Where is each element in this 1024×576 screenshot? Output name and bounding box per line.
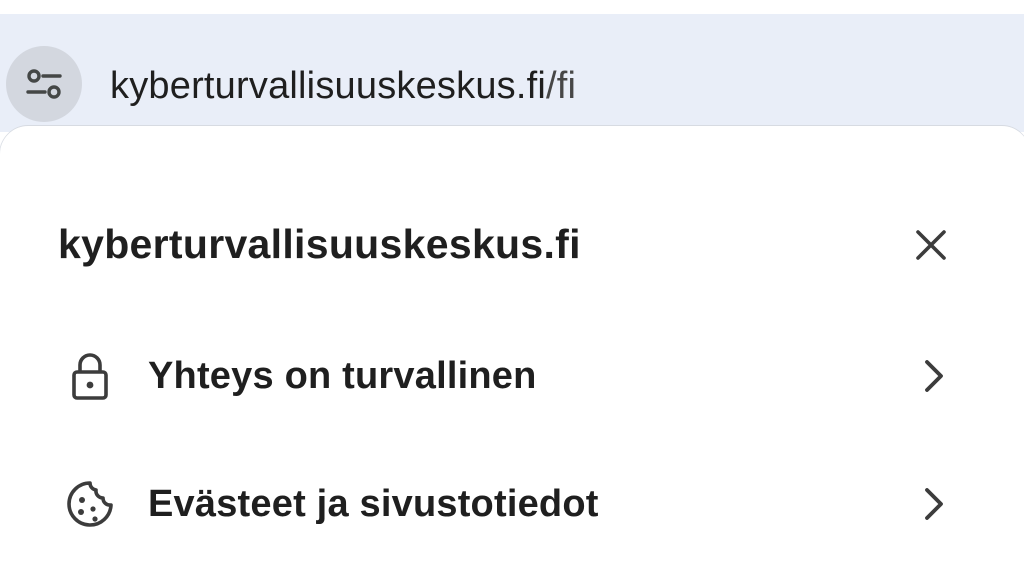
url-text[interactable]: kyberturvallisuuskeskus.fi/fi: [110, 62, 576, 110]
tune-icon: [22, 62, 66, 106]
cookie-icon: [40, 456, 140, 552]
cookies-site-data-row[interactable]: Evästeet ja sivustotiedot: [40, 456, 990, 552]
close-button[interactable]: [900, 214, 962, 276]
url-host: kyberturvallisuuskeskus.fi: [110, 65, 547, 107]
url-path: /fi: [546, 65, 577, 107]
site-settings-button[interactable]: [6, 46, 82, 122]
popup-title: kyberturvallisuuskeskus.fi: [58, 221, 581, 267]
chevron-right-icon: [914, 482, 954, 526]
lock-icon: [40, 328, 140, 424]
connection-security-row[interactable]: Yhteys on turvallinen: [40, 328, 990, 424]
connection-security-label: Yhteys on turvallinen: [148, 354, 537, 397]
address-bar[interactable]: kyberturvallisuuskeskus.fi/fi: [0, 14, 1024, 132]
close-icon: [912, 226, 950, 264]
chevron-right-icon: [914, 354, 954, 398]
page-info-popup: kyberturvallisuuskeskus.fi Yhteys on tur…: [0, 126, 1024, 576]
cookies-site-data-label: Evästeet ja sivustotiedot: [148, 482, 599, 525]
browser-window: kyberturvallisuuskeskus.fi/fi kyberturva…: [0, 0, 1024, 576]
